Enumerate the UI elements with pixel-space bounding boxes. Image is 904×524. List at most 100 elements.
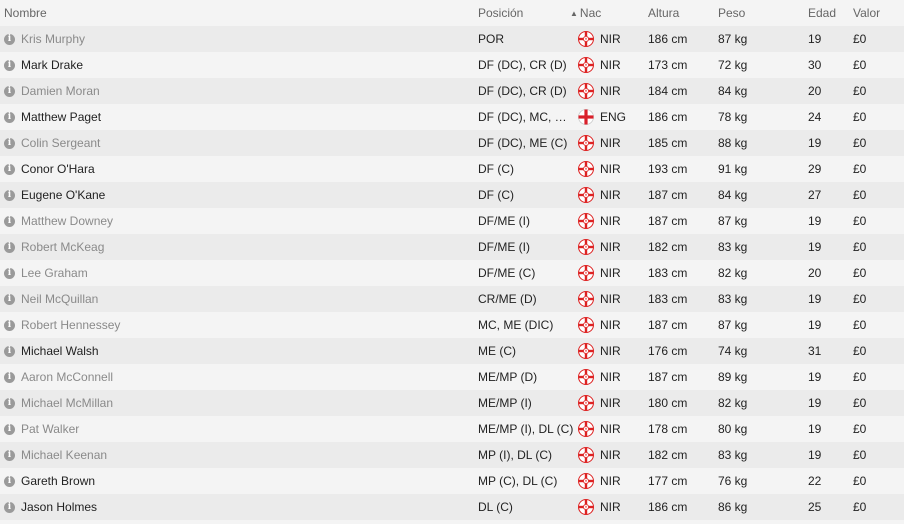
table-row[interactable]: i Jason Holmes DL (C) NIR 186 cm 86 kg 25 £0 — [0, 494, 904, 520]
header-name[interactable]: Nombre — [4, 6, 47, 20]
nir-flag-icon[interactable] — [578, 161, 594, 177]
player-name-cell: i Robert McKeag — [4, 240, 104, 254]
nir-flag-icon[interactable] — [578, 83, 594, 99]
table-row[interactable]: i Michael Keenan MP (I), DL (C) NIR 182 cm 83… — [0, 442, 904, 468]
table-row[interactable]: i Michael Walsh ME (C) NIR 176 cm 74 kg 31 £0 — [0, 338, 904, 364]
nationality-code: NIR — [600, 240, 621, 254]
table-row[interactable]: i Lee Graham DF/ME (C) NIR 183 cm 82 kg 20 £0 — [0, 260, 904, 286]
nir-flag-icon[interactable] — [578, 265, 594, 281]
player-name[interactable]: Michael McMillan — [21, 396, 113, 410]
info-icon[interactable]: i — [4, 293, 15, 305]
eng-flag-icon[interactable] — [578, 109, 594, 125]
nir-flag-icon[interactable] — [578, 473, 594, 489]
table-row[interactable]: i Pat Walker ME/MP (I), DL (C) NIR 178 cm 80 … — [0, 416, 904, 442]
player-name[interactable]: Gareth Brown — [21, 474, 95, 488]
nir-flag-icon[interactable] — [578, 135, 594, 151]
table-row[interactable]: i Michael McMillan ME/MP (I) NIR 180 cm 82 kg… — [0, 390, 904, 416]
nir-flag-icon[interactable] — [578, 369, 594, 385]
info-icon[interactable]: i — [4, 397, 15, 409]
nir-flag-icon[interactable] — [578, 395, 594, 411]
player-height: 187 cm — [648, 214, 688, 228]
player-name-cell: i Jason Holmes — [4, 500, 97, 514]
nir-flag-icon[interactable] — [578, 239, 594, 255]
player-nationality: NIR — [578, 421, 621, 437]
player-name[interactable]: Robert Hennessey — [21, 318, 120, 332]
table-row[interactable]: i Matthew Downey DF/ME (I) NIR 187 cm 87 kg 19… — [0, 208, 904, 234]
player-position: DF (C) — [478, 162, 514, 176]
info-icon[interactable]: i — [4, 59, 15, 71]
nir-flag-icon[interactable] — [578, 187, 594, 203]
table-row[interactable]: i Robert Hennessey MC, ME (DIC) NIR 187 cm 87… — [0, 312, 904, 338]
nir-flag-icon[interactable] — [578, 447, 594, 463]
header-position[interactable]: Posición — [478, 6, 574, 20]
table-row[interactable]: i Eugene O'Kane DF (C) NIR 187 cm 84 kg 27 £0 — [0, 182, 904, 208]
info-icon[interactable]: i — [4, 137, 15, 149]
table-row[interactable]: i Gareth Brown MP (C), DL (C) NIR 177 cm 76 k… — [0, 468, 904, 494]
player-name[interactable]: Colin Sergeant — [21, 136, 100, 150]
player-name[interactable]: Mark Drake — [21, 58, 83, 72]
player-name[interactable]: Michael Keenan — [21, 448, 107, 462]
player-nationality: NIR — [578, 369, 621, 385]
table-row[interactable]: i Kris Murphy POR NIR 186 cm 87 kg 19 £0 — [0, 26, 904, 52]
nir-flag-icon[interactable] — [578, 31, 594, 47]
header-height[interactable]: Altura — [648, 6, 679, 20]
header-nationality[interactable]: ▲ Nac — [570, 6, 601, 20]
info-icon[interactable]: i — [4, 371, 15, 383]
table-row[interactable]: i Matthew Paget DF (DC), MC, M... ENG 186 cm… — [0, 104, 904, 130]
nir-flag-icon[interactable] — [578, 291, 594, 307]
info-icon[interactable]: i — [4, 33, 15, 45]
player-name-cell: i Aaron McConnell — [4, 370, 113, 384]
info-icon[interactable]: i — [4, 215, 15, 227]
nationality-code: NIR — [600, 344, 621, 358]
table-row[interactable]: i Colin Sergeant DF (DC), ME (C) NIR 185 cm 8… — [0, 130, 904, 156]
player-name[interactable]: Damien Moran — [21, 84, 100, 98]
player-name[interactable]: Kris Murphy — [21, 32, 85, 46]
info-icon[interactable]: i — [4, 85, 15, 97]
info-icon[interactable]: i — [4, 319, 15, 331]
nir-flag-icon[interactable] — [578, 421, 594, 437]
player-name[interactable]: Jason Holmes — [21, 500, 97, 514]
info-icon[interactable]: i — [4, 189, 15, 201]
header-weight[interactable]: Peso — [718, 6, 745, 20]
info-icon[interactable]: i — [4, 449, 15, 461]
player-name[interactable]: Conor O'Hara — [21, 162, 95, 176]
info-icon[interactable]: i — [4, 345, 15, 357]
player-name[interactable]: Eugene O'Kane — [21, 188, 105, 202]
table-header: Nombre Posición ▲ Nac Altura Peso Edad V… — [0, 0, 904, 26]
player-height: 193 cm — [648, 162, 688, 176]
player-name[interactable]: Matthew Paget — [21, 110, 101, 124]
table-row[interactable]: i Robert McKeag DF/ME (I) NIR 182 cm 83 kg 19 £… — [0, 234, 904, 260]
sort-ascending-icon: ▲ — [570, 8, 578, 18]
player-position: DF/ME (I) — [478, 240, 530, 254]
player-name[interactable]: Lee Graham — [21, 266, 88, 280]
player-name[interactable]: Neil McQuillan — [21, 292, 98, 306]
player-name[interactable]: Matthew Downey — [21, 214, 113, 228]
player-value: £0 — [853, 474, 867, 488]
player-nationality: NIR — [578, 187, 621, 203]
info-icon[interactable]: i — [4, 501, 15, 513]
header-value[interactable]: Valor — [853, 6, 880, 20]
info-icon[interactable]: i — [4, 423, 15, 435]
table-row[interactable]: i Damien Moran DF (DC), CR (D) NIR 184 cm 84 … — [0, 78, 904, 104]
nir-flag-icon[interactable] — [578, 343, 594, 359]
player-height: 187 cm — [648, 318, 688, 332]
player-name[interactable]: Pat Walker — [21, 422, 79, 436]
player-nationality: NIR — [578, 135, 621, 151]
nir-flag-icon[interactable] — [578, 57, 594, 73]
player-name[interactable]: Aaron McConnell — [21, 370, 113, 384]
table-row[interactable]: i Mark Drake DF (DC), CR (D) NIR 173 cm 72 kg… — [0, 52, 904, 78]
table-row[interactable]: i Conor O'Hara DF (C) NIR 193 cm 91 kg 29 £0 — [0, 156, 904, 182]
player-name[interactable]: Robert McKeag — [21, 240, 104, 254]
info-icon[interactable]: i — [4, 241, 15, 253]
nir-flag-icon[interactable] — [578, 317, 594, 333]
nir-flag-icon[interactable] — [578, 499, 594, 515]
table-row[interactable]: i Aaron McConnell ME/MP (D) NIR 187 cm 89 kg 1… — [0, 364, 904, 390]
table-row[interactable]: i Neil McQuillan CR/ME (D) NIR 183 cm 83 kg 19… — [0, 286, 904, 312]
header-age[interactable]: Edad — [808, 6, 836, 20]
info-icon[interactable]: i — [4, 267, 15, 279]
info-icon[interactable]: i — [4, 111, 15, 123]
player-name[interactable]: Michael Walsh — [21, 344, 99, 358]
info-icon[interactable]: i — [4, 163, 15, 175]
info-icon[interactable]: i — [4, 475, 15, 487]
nir-flag-icon[interactable] — [578, 213, 594, 229]
